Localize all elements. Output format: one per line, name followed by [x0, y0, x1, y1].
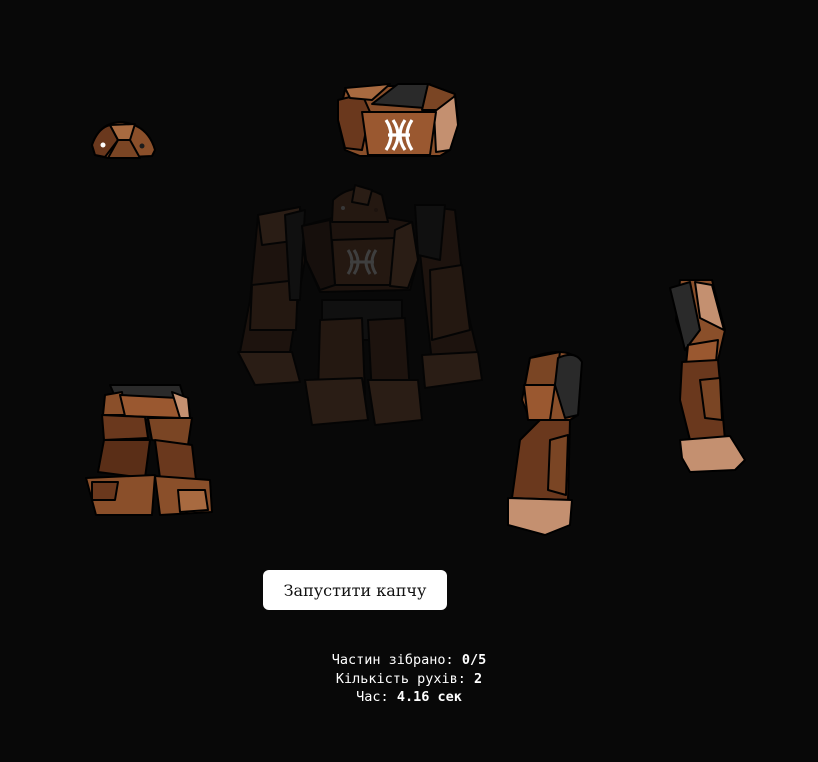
ghost-right-arm	[414, 204, 483, 389]
moves-count-value: 2	[474, 670, 483, 687]
puzzle-canvas	[85, 83, 746, 536]
captcha-stage: Запустити капчу Частин зібрано: 0/5 Кіль…	[0, 0, 818, 762]
time-row: Час: 4.16 сек	[209, 688, 609, 707]
time-label: Час:	[356, 689, 389, 705]
time-value: 4.16 сек	[396, 689, 462, 705]
torso-piece[interactable]	[337, 83, 459, 157]
golem-silhouette-target	[237, 184, 483, 426]
start-captcha-button[interactable]: Запустити капчу	[263, 570, 447, 610]
game-stats: Частин зібрано: 0/5 Кількість рухів: 2 Ч…	[209, 651, 609, 707]
eye-icon	[100, 142, 106, 148]
legs-piece[interactable]	[85, 384, 213, 516]
right-arm-piece[interactable]	[669, 279, 746, 473]
head-piece[interactable]	[91, 121, 156, 159]
ghost-head	[331, 184, 389, 223]
left-arm-piece[interactable]	[507, 351, 583, 536]
parts-collected-value: 0/5	[461, 652, 487, 668]
moves-count-label: Кількість рухів:	[335, 670, 466, 687]
parts-collected-label: Частин зібрано:	[331, 652, 454, 668]
ghost-legs	[304, 299, 423, 426]
ghost-left-arm	[237, 206, 306, 386]
ghost-torso	[301, 211, 419, 293]
moves-count-row: Кількість рухів: 2	[209, 670, 609, 689]
eye-icon	[139, 143, 145, 149]
parts-collected-row: Частин зібрано: 0/5	[209, 651, 609, 670]
